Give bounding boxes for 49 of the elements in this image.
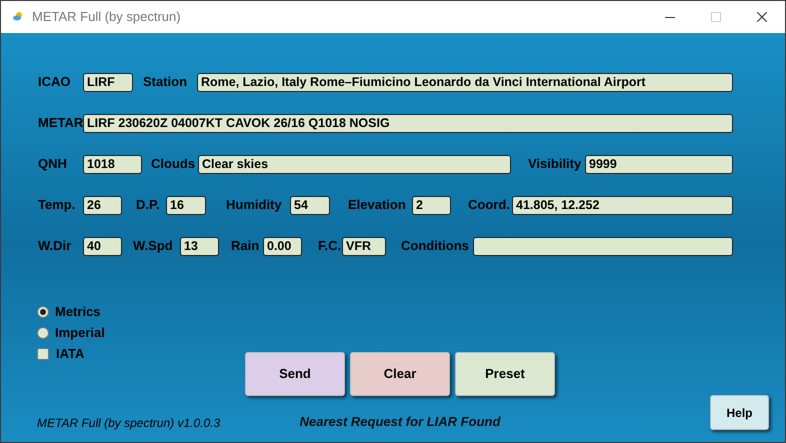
action-button[interactable]: Preset — [455, 352, 555, 396]
text-field[interactable] — [473, 236, 733, 256]
text-field[interactable]: 54 — [290, 196, 330, 214]
minimize-icon — [665, 16, 675, 18]
text-field[interactable]: VFR — [342, 236, 386, 256]
weather-icon — [12, 11, 24, 23]
text-field[interactable]: 0.00 — [263, 236, 302, 256]
text-field[interactable]: 13 — [180, 236, 219, 256]
action-button[interactable]: Clear — [350, 352, 450, 396]
window-title: METAR Full (by spectrun) — [32, 8, 181, 26]
checkbox[interactable] — [37, 348, 49, 360]
field-label: W.Dir — [38, 237, 72, 256]
radio-button[interactable] — [37, 306, 49, 318]
text-field[interactable]: Clear skies — [198, 154, 511, 174]
text-field[interactable]: 26 — [83, 196, 122, 214]
field-label: Elevation — [348, 196, 407, 214]
close-icon — [757, 12, 767, 22]
action-button[interactable]: Send — [245, 352, 345, 396]
field-label: Clouds — [151, 155, 196, 174]
text-field[interactable]: 16 — [166, 196, 206, 214]
field-label: Visibility — [528, 155, 582, 174]
radio-option[interactable]: Metrics — [37, 301, 245, 322]
field-label: ICAO — [38, 73, 72, 92]
field-label: F.C. — [318, 237, 342, 256]
text-field[interactable]: 9999 — [585, 154, 733, 174]
status-message: Nearest Request for LIAR Found — [300, 413, 500, 431]
field-label: D.P. — [136, 196, 161, 214]
field-label: W.Spd — [133, 237, 174, 256]
field-label: METAR — [38, 114, 83, 132]
field-label: Station — [143, 73, 188, 92]
text-field[interactable]: 41.805, 12.252 — [512, 196, 733, 214]
field-label: Temp. — [38, 196, 76, 214]
version-text: METAR Full (by spectrun) v1.0.0.3 — [37, 415, 222, 432]
field-label: Rain — [231, 237, 260, 256]
checkbox-option[interactable]: IATA — [37, 343, 245, 365]
text-field[interactable]: Rome, Lazio, Italy Rome–Fiumicino Leonardo da Vinci International Airport — [197, 72, 733, 92]
field-label: Conditions — [401, 237, 470, 256]
field-label: Humidity — [226, 196, 283, 214]
text-field[interactable]: 2 — [412, 196, 451, 214]
radio-option[interactable]: Imperial — [37, 322, 245, 343]
radio-button[interactable] — [37, 326, 49, 338]
field-label: Coord. — [468, 196, 511, 214]
maximize-icon — [711, 12, 721, 22]
text-field[interactable]: 40 — [83, 236, 122, 256]
text-field[interactable]: LIRF 230620Z 04007KT CAVOK 26/16 Q1018 NOSIG — [83, 114, 733, 132]
text-field[interactable]: LIRF — [83, 72, 133, 92]
text-field[interactable]: 1018 — [83, 154, 142, 174]
help-button[interactable]: Help — [710, 395, 769, 430]
field-label: QNH — [38, 155, 68, 174]
